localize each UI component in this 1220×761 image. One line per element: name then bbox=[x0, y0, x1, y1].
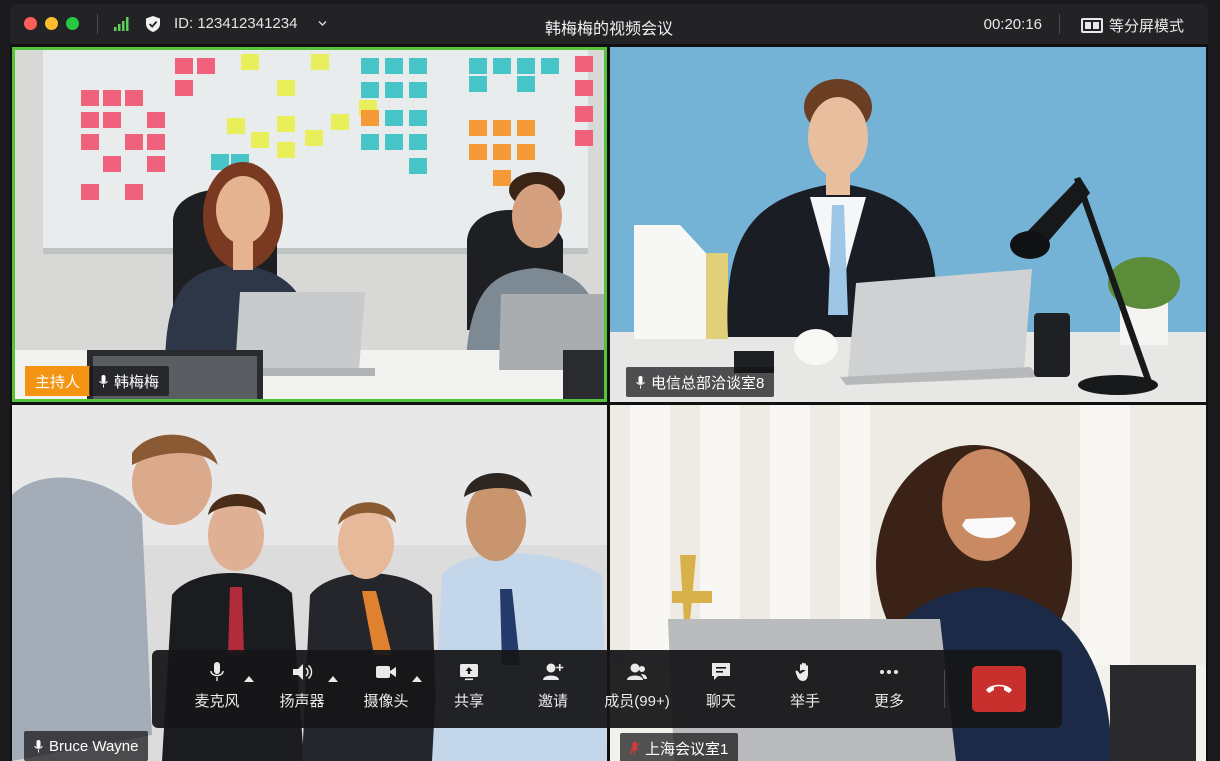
members-button[interactable]: 成员(99+) bbox=[597, 662, 677, 711]
meeting-toolbar: 麦克风 扬声器 摄像头 共享 邀请 成员(99+) 聊天 举手 更多 bbox=[152, 650, 1062, 728]
members-icon bbox=[627, 663, 647, 680]
meeting-timer: 00:20:16 bbox=[983, 16, 1042, 33]
camera-icon bbox=[376, 666, 396, 678]
participant-name: 电信总部洽谈室8 bbox=[651, 374, 765, 392]
meeting-window: ID: 123412341234 韩梅梅的视频会议 00:20:16 等分屏模式 bbox=[10, 4, 1208, 761]
toolbar-divider bbox=[944, 670, 945, 708]
participant-name: 韩梅梅 bbox=[114, 373, 160, 391]
grid-layout-icon bbox=[1080, 18, 1103, 33]
title-bar: ID: 123412341234 韩梅梅的视频会议 00:20:16 等分屏模式 bbox=[10, 4, 1208, 44]
microphone-options-caret[interactable] bbox=[244, 676, 254, 682]
raise-hand-label: 举手 bbox=[789, 693, 820, 710]
mic-icon bbox=[34, 739, 43, 752]
camera-label: 摄像头 bbox=[363, 693, 409, 710]
more-label: 更多 bbox=[873, 693, 904, 710]
layout-mode-label: 等分屏模式 bbox=[1108, 18, 1184, 35]
speaker-label: 扬声器 bbox=[279, 693, 325, 710]
participant-name-tag: 韩梅梅 bbox=[89, 366, 170, 396]
raise-hand-icon bbox=[795, 662, 808, 681]
microphone-button[interactable]: 麦克风 bbox=[177, 662, 257, 711]
chat-label: 聊天 bbox=[705, 693, 736, 710]
microphone-icon bbox=[210, 662, 224, 681]
camera-options-caret[interactable] bbox=[412, 676, 422, 682]
camera-button[interactable]: 摄像头 bbox=[346, 662, 426, 711]
mic-icon bbox=[99, 374, 108, 387]
more-dots-icon bbox=[880, 670, 898, 674]
invite-label: 邀请 bbox=[537, 693, 568, 710]
mic-muted-icon bbox=[630, 741, 639, 754]
video-tile-participant[interactable]: 电信总部洽谈室8 bbox=[610, 47, 1206, 402]
more-button[interactable]: 更多 bbox=[849, 662, 929, 711]
host-badge: 主持人 bbox=[25, 366, 91, 396]
participant-name: Bruce Wayne bbox=[49, 737, 139, 755]
title-divider bbox=[1059, 14, 1060, 34]
speaker-options-caret[interactable] bbox=[328, 676, 338, 682]
add-user-icon bbox=[543, 663, 564, 680]
speaker-icon bbox=[293, 664, 313, 680]
hang-up-phone-icon bbox=[986, 684, 1012, 693]
video-tile-host[interactable]: 主持人 韩梅梅 bbox=[12, 47, 607, 402]
video-feed bbox=[610, 47, 1206, 402]
mic-icon bbox=[636, 375, 645, 388]
chat-icon bbox=[712, 663, 730, 680]
invite-button[interactable]: 邀请 bbox=[513, 662, 593, 711]
layout-mode-button[interactable]: 等分屏模式 bbox=[1080, 15, 1184, 36]
share-screen-label: 共享 bbox=[453, 693, 484, 710]
participant-name-tag: 电信总部洽谈室8 bbox=[626, 367, 775, 397]
share-screen-button[interactable]: 共享 bbox=[429, 662, 509, 711]
speaker-button[interactable]: 扬声器 bbox=[262, 662, 342, 711]
members-label: 成员(99+) bbox=[604, 693, 670, 710]
share-screen-icon bbox=[460, 664, 478, 681]
participant-name-tag: 上海会议室1 bbox=[620, 733, 739, 761]
raise-hand-button[interactable]: 举手 bbox=[765, 662, 845, 711]
participant-name: 上海会议室1 bbox=[645, 740, 729, 758]
microphone-label: 麦克风 bbox=[194, 693, 240, 710]
video-feed bbox=[15, 50, 604, 399]
chat-button[interactable]: 聊天 bbox=[681, 662, 761, 711]
end-call-button[interactable] bbox=[972, 666, 1026, 712]
participant-name-tag: Bruce Wayne bbox=[24, 731, 149, 761]
